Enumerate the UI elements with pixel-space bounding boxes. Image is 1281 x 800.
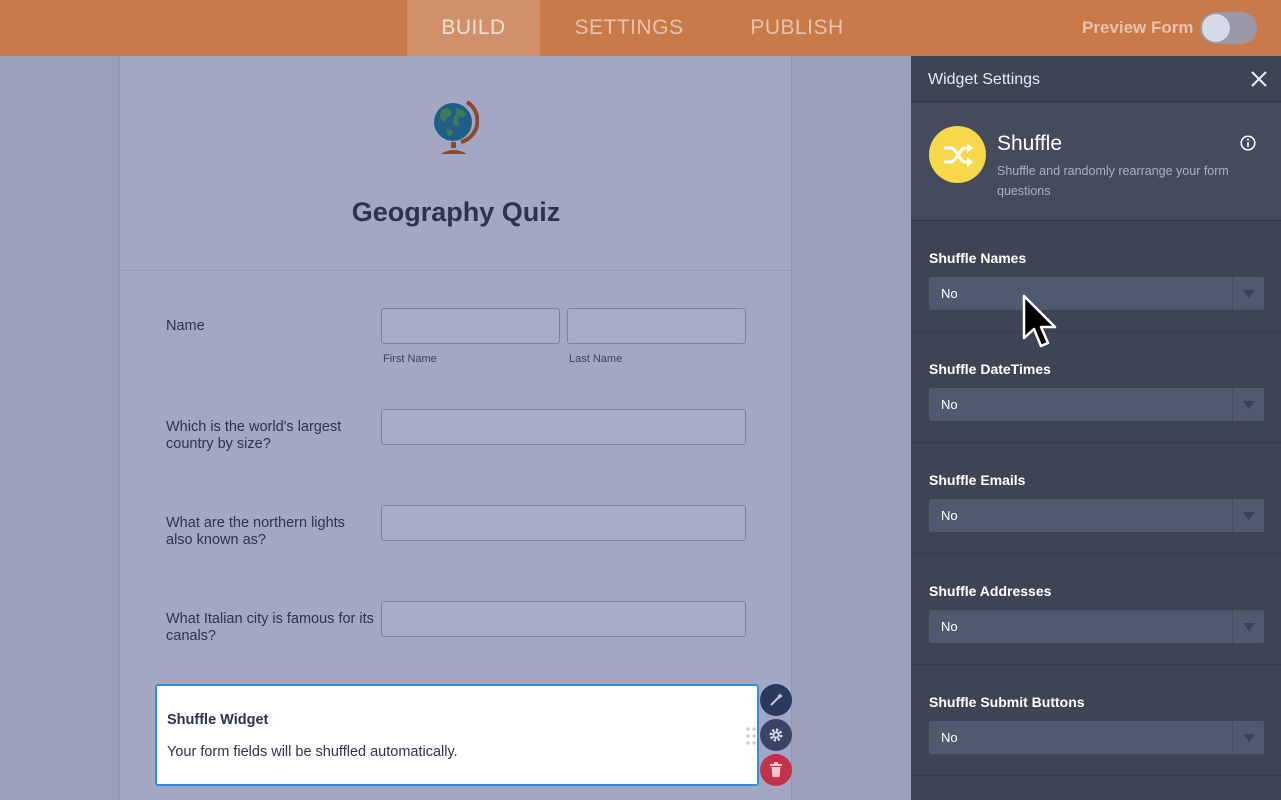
widget-delete-button[interactable] [760, 754, 792, 786]
shuffle-icon [929, 126, 986, 183]
setting-label: Shuffle Emails [929, 472, 1026, 488]
form-header: Geography Quiz [120, 56, 792, 271]
shuffle-submit-buttons-select[interactable]: No [929, 721, 1264, 754]
select-value: No [941, 730, 958, 745]
question-label: Which is the world's largest country by … [166, 419, 342, 452]
question-label: What Italian city is famous for its cana… [166, 611, 374, 644]
shuffle-names-select[interactable]: No [929, 277, 1264, 310]
widget-name: Shuffle [997, 132, 1062, 155]
question-input[interactable] [381, 409, 746, 445]
chevron-down-icon [1232, 610, 1264, 643]
form-title: Geography Quiz [351, 197, 561, 227]
first-name-sublabel: First Name [383, 353, 437, 365]
shuffle-datetimes-select[interactable]: No [929, 388, 1264, 421]
panel-title: Widget Settings [928, 71, 1041, 88]
tab-publish[interactable]: PUBLISH [728, 0, 866, 56]
chevron-down-icon [1232, 388, 1264, 421]
widget-info: Shuffle Shuffle and randomly rearrange y… [911, 103, 1281, 221]
wand-icon [770, 693, 783, 706]
chevron-down-icon [1232, 499, 1264, 532]
setting-shuffle-datetimes: Shuffle DateTimes No [911, 332, 1281, 443]
name-field-label: Name [166, 318, 205, 334]
setting-label: Shuffle Submit Buttons [929, 694, 1085, 710]
widget-settings-panel: Widget Settings Shuffle Shuffle and rand… [911, 56, 1281, 800]
first-name-input[interactable] [381, 308, 560, 344]
setting-label: Shuffle DateTimes [929, 361, 1051, 377]
panel-header: Widget Settings [911, 56, 1281, 102]
widget-description: Shuffle and randomly rearrange your form… [997, 164, 1229, 198]
top-navigation-bar: BUILD SETTINGS PUBLISH Preview Form [0, 0, 1281, 56]
last-name-sublabel: Last Name [569, 353, 623, 365]
tab-build[interactable]: BUILD [407, 0, 540, 56]
setting-shuffle-emails: Shuffle Emails No [911, 443, 1281, 554]
tab-settings[interactable]: SETTINGS [553, 0, 705, 56]
preview-form-label: Preview Form [1082, 18, 1194, 37]
last-name-input[interactable] [567, 308, 746, 344]
shuffle-widget-card[interactable]: Shuffle Widget Your form fields will be … [155, 684, 759, 786]
globe-icon [434, 100, 479, 154]
setting-shuffle-addresses: Shuffle Addresses No [911, 554, 1281, 665]
select-value: No [941, 619, 958, 634]
shuffle-emails-select[interactable]: No [929, 499, 1264, 532]
gear-icon [769, 728, 783, 742]
info-icon[interactable] [1240, 135, 1256, 151]
drag-handle-icon[interactable] [745, 726, 757, 746]
shuffle-widget-text: Your form fields will be shuffled automa… [167, 744, 458, 760]
select-value: No [941, 286, 958, 301]
toggle-knob [1202, 14, 1230, 42]
setting-label: Shuffle Names [929, 250, 1027, 266]
question-input[interactable] [381, 505, 746, 541]
trash-icon [770, 762, 782, 777]
widget-settings-button[interactable] [760, 719, 792, 751]
select-value: No [941, 508, 958, 523]
setting-label: Shuffle Addresses [929, 583, 1052, 599]
shuffle-addresses-select[interactable]: No [929, 610, 1264, 643]
select-value: No [941, 397, 958, 412]
widget-wand-button[interactable] [760, 684, 792, 716]
question-input[interactable] [381, 601, 746, 637]
setting-shuffle-submit-buttons: Shuffle Submit Buttons No [911, 665, 1281, 776]
chevron-down-icon [1232, 721, 1264, 754]
preview-form-toggle[interactable] [1200, 12, 1257, 44]
setting-shuffle-names: Shuffle Names No [911, 221, 1281, 332]
chevron-down-icon [1232, 277, 1264, 310]
shuffle-widget-title: Shuffle Widget [167, 712, 269, 728]
close-icon[interactable] [1249, 69, 1269, 89]
question-label: What are the northern lights also known … [166, 515, 345, 548]
